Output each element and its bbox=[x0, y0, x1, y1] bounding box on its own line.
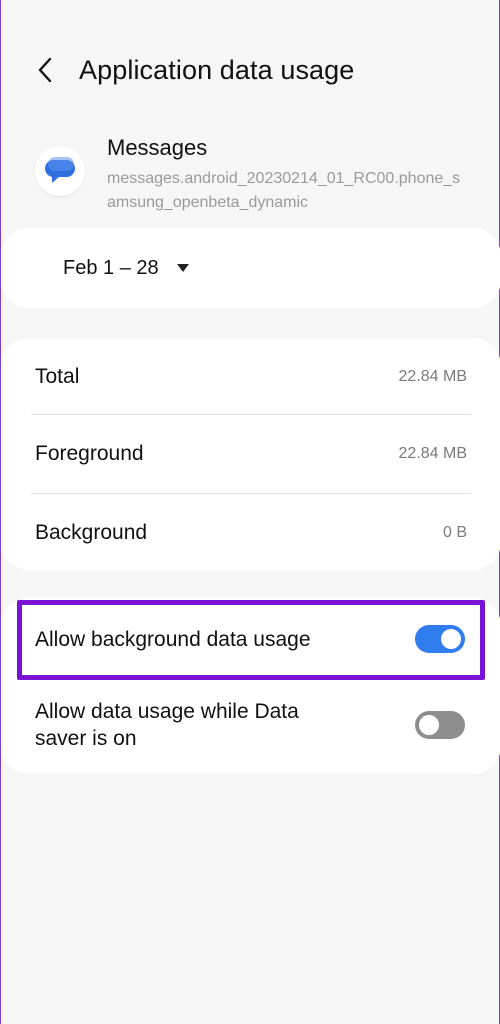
toggle-label: Allow background data usage bbox=[35, 627, 311, 651]
toggle-label: Allow data usage while Data saver is on bbox=[35, 700, 299, 750]
app-name: Messages bbox=[107, 135, 208, 160]
chevron-left-icon bbox=[38, 57, 52, 83]
usage-row-foreground: Foreground 22.84 MB bbox=[35, 415, 467, 493]
header-bar: Application data usage bbox=[1, 38, 499, 102]
usage-label: Foreground bbox=[35, 442, 144, 465]
usage-value: 22.84 MB bbox=[398, 368, 467, 385]
date-range-label: Feb 1 – 28 bbox=[63, 256, 159, 279]
date-range-dropdown[interactable]: Feb 1 – 28 bbox=[63, 228, 189, 308]
switch-knob bbox=[417, 713, 441, 737]
usage-row-background: Background 0 B bbox=[35, 494, 467, 572]
chat-bubble-icon bbox=[45, 157, 75, 183]
caret-down-icon bbox=[176, 264, 189, 272]
app-info: Messages messages.android_20230214_01_RC… bbox=[35, 128, 475, 215]
app-icon bbox=[35, 146, 85, 196]
usage-label: Total bbox=[35, 365, 80, 388]
usage-row-total: Total 22.84 MB bbox=[35, 338, 467, 416]
usage-label: Background bbox=[35, 521, 148, 544]
toggle-row-background-data[interactable]: Allow background data usage bbox=[35, 600, 465, 678]
data-saver-switch[interactable] bbox=[415, 711, 465, 739]
usage-card: Total 22.84 MB Foreground 22.84 MB Backg… bbox=[1, 338, 500, 570]
switch-knob bbox=[439, 627, 463, 651]
date-range-card: Feb 1 – 28 bbox=[1, 228, 500, 308]
toggles-card: Allow background data usage Allow data u… bbox=[1, 598, 500, 774]
app-package-name: messages.android_20230214_01_RC00.phone_… bbox=[107, 170, 461, 211]
usage-value: 0 B bbox=[442, 524, 467, 541]
usage-value: 22.84 MB bbox=[398, 445, 467, 462]
background-data-switch[interactable] bbox=[415, 625, 465, 653]
page-title: Application data usage bbox=[79, 54, 355, 85]
back-button[interactable] bbox=[25, 50, 65, 90]
toggle-row-data-saver[interactable]: Allow data usage while Data saver is on bbox=[35, 694, 465, 756]
